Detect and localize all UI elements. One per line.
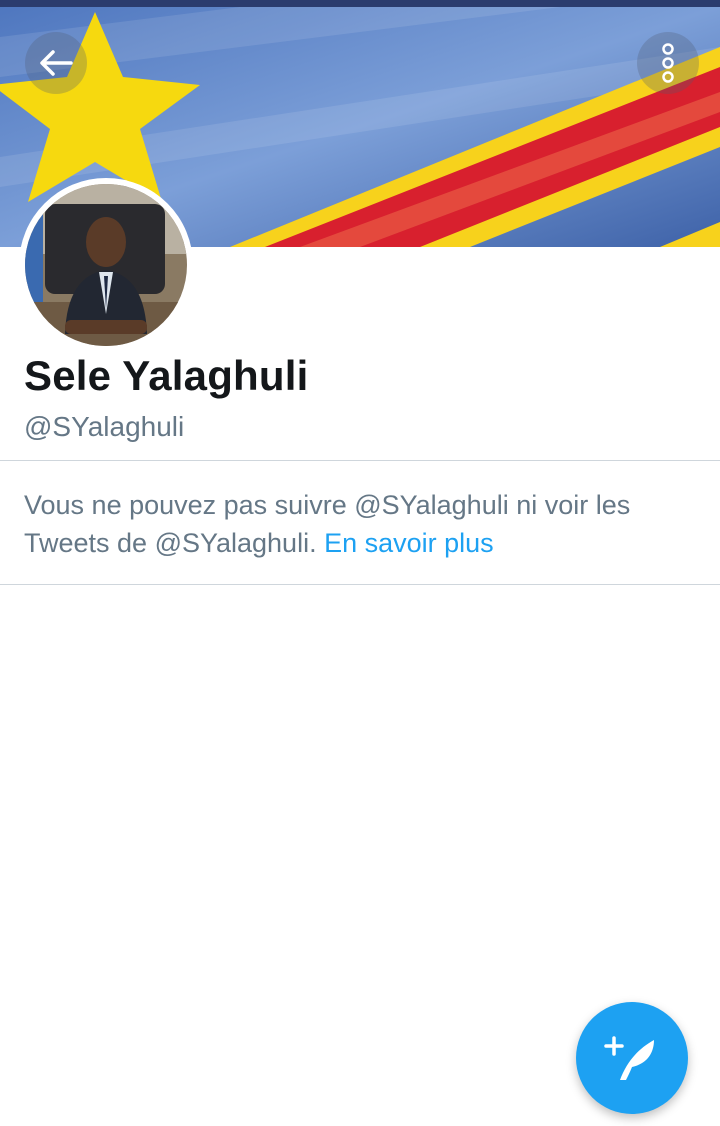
compose-tweet-button[interactable] [576, 1002, 688, 1114]
display-name: Sele Yalaghuli [24, 352, 309, 399]
arrow-left-icon [40, 50, 73, 76]
learn-more-link[interactable]: En savoir plus [324, 528, 494, 558]
username-handle: @SYalaghuli [24, 411, 185, 442]
more-options-button[interactable] [637, 32, 699, 94]
divider [0, 584, 720, 585]
more-vertical-icon [662, 43, 674, 83]
status-strip [0, 0, 720, 7]
profile-photo [25, 184, 187, 346]
divider [0, 460, 720, 461]
compose-tweet-icon [604, 1036, 654, 1080]
avatar[interactable] [19, 178, 193, 352]
blocked-notice: Vous ne pouvez pas suivre @SYalaghuli ni… [24, 486, 704, 562]
back-button[interactable] [25, 32, 87, 94]
